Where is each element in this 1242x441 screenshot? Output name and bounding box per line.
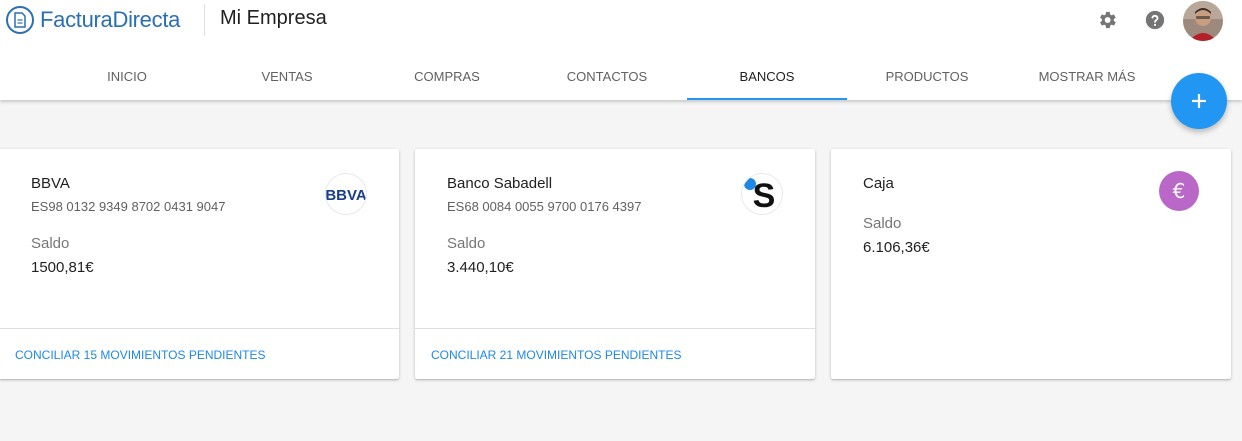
- user-avatar[interactable]: [1183, 1, 1223, 41]
- plus-icon: [1192, 94, 1206, 108]
- tab-productos[interactable]: PRODUCTOS: [847, 52, 1007, 100]
- bbva-logo-text: BBVA: [326, 187, 366, 204]
- tab-mostrar-mas[interactable]: MOSTRAR MÁS: [1007, 52, 1167, 100]
- sabadell-logo-icon: S: [741, 173, 783, 215]
- app-header: FacturaDirecta Mi Empresa INICIO VENTAS …: [0, 0, 1242, 100]
- saldo-value: 3.440,10€: [447, 259, 514, 276]
- tab-ventas[interactable]: VENTAS: [207, 52, 367, 100]
- bank-name: Caja: [863, 175, 894, 192]
- bank-name: BBVA: [31, 175, 70, 192]
- app-logo[interactable]: FacturaDirecta: [6, 4, 180, 36]
- euro-icon: €: [1159, 171, 1199, 211]
- logo-text: FacturaDirecta: [40, 7, 181, 32]
- gear-icon[interactable]: [1095, 8, 1119, 32]
- bank-iban: ES98 0132 9349 8702 0431 9047: [31, 199, 226, 214]
- reconcile-link[interactable]: CONCILIAR 15 MOVIMIENTOS PENDIENTES: [15, 348, 266, 362]
- saldo-value: 1500,81€: [31, 259, 94, 276]
- bank-card-bbva[interactable]: BBVA ES98 0132 9349 8702 0431 9047 Saldo…: [0, 149, 399, 379]
- add-account-button[interactable]: [1171, 73, 1227, 129]
- tab-inicio[interactable]: INICIO: [47, 52, 207, 100]
- company-name[interactable]: Mi Empresa: [220, 7, 327, 30]
- reconcile-link[interactable]: CONCILIAR 21 MOVIMIENTOS PENDIENTES: [431, 348, 682, 362]
- card-divider: [0, 328, 399, 329]
- euro-logo-text: €: [1173, 179, 1186, 203]
- bank-iban: ES68 0084 0055 9700 0176 4397: [447, 199, 642, 214]
- help-circle-icon[interactable]: [1143, 8, 1167, 32]
- tab-contactos[interactable]: CONTACTOS: [527, 52, 687, 100]
- saldo-label: Saldo: [447, 235, 486, 252]
- saldo-label: Saldo: [31, 235, 70, 252]
- main-tabs: INICIO VENTAS COMPRAS CONTACTOS BANCOS P…: [0, 52, 1242, 100]
- card-divider: [415, 328, 815, 329]
- bbva-logo-icon: BBVA: [325, 173, 367, 215]
- tab-compras[interactable]: COMPRAS: [367, 52, 527, 100]
- invoice-icon: [6, 6, 34, 34]
- sabadell-logo-text: S: [753, 177, 776, 214]
- header-divider: [204, 4, 205, 36]
- saldo-label: Saldo: [863, 215, 902, 232]
- bank-name: Banco Sabadell: [447, 175, 553, 192]
- bank-card-caja[interactable]: Caja Saldo 6.106,36€ €: [831, 149, 1231, 379]
- saldo-value: 6.106,36€: [863, 239, 930, 256]
- tab-bancos[interactable]: BANCOS: [687, 52, 847, 100]
- bank-card-sabadell[interactable]: Banco Sabadell ES68 0084 0055 9700 0176 …: [415, 149, 815, 379]
